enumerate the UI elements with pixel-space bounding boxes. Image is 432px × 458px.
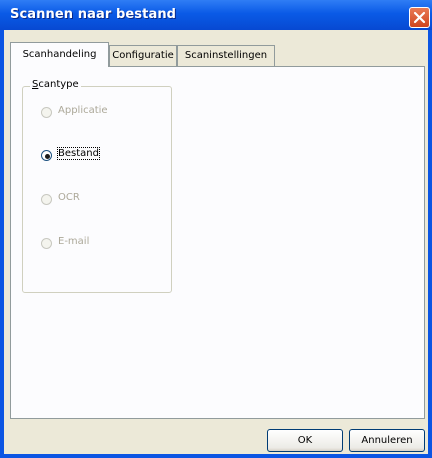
- cancel-button-label: Annuleren: [361, 435, 413, 446]
- tab-configuratie[interactable]: Configuratie: [109, 45, 177, 66]
- title-bar[interactable]: Scannen naar bestand: [0, 0, 432, 30]
- tab-label: Configuratie: [112, 50, 174, 61]
- radio-label: Applicatie: [58, 105, 108, 116]
- tab-label: Scaninstellingen: [184, 50, 268, 61]
- window-title: Scannen naar bestand: [10, 7, 177, 22]
- radio-label: E-mail: [58, 236, 90, 247]
- radio-label: Bestand: [57, 147, 100, 160]
- radio-circle: [41, 238, 52, 249]
- radio-label: OCR: [58, 192, 80, 203]
- tab-scanhandeling[interactable]: Scanhandeling: [10, 42, 109, 67]
- radio-circle: [41, 194, 52, 205]
- dialog-window: Scannen naar bestand Scanhandeling Confi…: [0, 0, 432, 458]
- scantype-group-title: Scantype: [30, 79, 81, 90]
- ok-button-label: OK: [297, 435, 313, 446]
- radio-selected-dot: [45, 154, 50, 159]
- radio-circle: [41, 107, 52, 118]
- ok-button[interactable]: OK: [267, 429, 343, 452]
- radio-circle: [41, 150, 52, 161]
- tab-scaninstellingen[interactable]: Scaninstellingen: [177, 45, 275, 66]
- close-button[interactable]: [409, 7, 430, 28]
- tab-label: Scanhandeling: [22, 49, 97, 60]
- cancel-button[interactable]: Annuleren: [349, 429, 425, 452]
